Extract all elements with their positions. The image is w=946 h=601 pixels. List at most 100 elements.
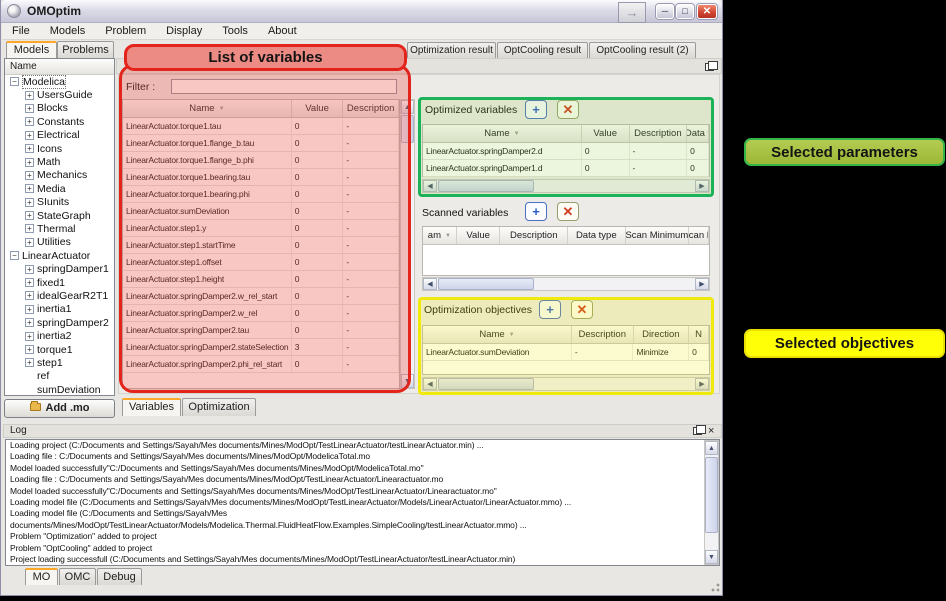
table-row[interactable]: LinearActuator.springDamper2.phi_rel_sta… xyxy=(123,356,399,373)
table-row[interactable]: LinearActuator.step1.y0- xyxy=(123,220,399,237)
table-row[interactable]: LinearActuator.torque1.flange_b.phi0- xyxy=(123,152,399,169)
tree-node-LinearActuator[interactable]: −LinearActuator xyxy=(5,249,114,262)
objectives-hscrollbar[interactable]: ◀ ▶ xyxy=(422,377,710,391)
column-header-description[interactable]: Description xyxy=(630,125,688,142)
column-header-n[interactable]: N xyxy=(689,326,709,343)
scroll-down-icon[interactable]: ▼ xyxy=(705,550,718,564)
table-row[interactable]: LinearActuator.sumDeviation0- xyxy=(123,203,399,220)
scroll-right-icon[interactable]: ▶ xyxy=(695,378,709,390)
add-scanned-variable-button[interactable]: + xyxy=(525,202,547,221)
forward-arrow-button[interactable]: → xyxy=(618,2,646,23)
table-row[interactable]: LinearActuator.torque1.flange_b.tau0- xyxy=(123,135,399,152)
scroll-thumb[interactable] xyxy=(438,378,534,390)
tab-mo[interactable]: MO xyxy=(25,568,58,585)
tree-node-torque1[interactable]: +torque1 xyxy=(5,343,114,356)
expand-icon[interactable]: + xyxy=(25,265,34,274)
expand-icon[interactable]: + xyxy=(25,91,34,100)
menu-display[interactable]: Display xyxy=(156,25,212,37)
column-header-description[interactable]: Description xyxy=(572,326,634,343)
table-row[interactable]: LinearActuator.torque1.bearing.phi0- xyxy=(123,186,399,203)
tab-omc[interactable]: OMC xyxy=(59,568,96,585)
log-panel-header[interactable]: Log xyxy=(3,424,722,438)
log-scrollbar[interactable]: ▲ ▼ xyxy=(704,440,719,565)
table-row[interactable]: LinearActuator.springDamper2.d0-0 xyxy=(423,143,709,160)
column-header-value[interactable]: Value xyxy=(457,227,501,244)
remove-scanned-variable-button[interactable]: ✕ xyxy=(557,202,579,221)
tree-node-fixed1[interactable]: +fixed1 xyxy=(5,276,114,289)
expand-icon[interactable]: + xyxy=(25,171,34,180)
add-objective-button[interactable]: + xyxy=(539,300,561,319)
tree-node-Blocks[interactable]: +Blocks xyxy=(5,102,114,115)
table-row[interactable]: LinearActuator.springDamper2.w_rel0- xyxy=(123,305,399,322)
expand-icon[interactable]: + xyxy=(25,131,34,140)
resize-grip[interactable] xyxy=(706,579,721,593)
tree-node-idealGearR2T1[interactable]: +idealGearR2T1 xyxy=(5,289,114,302)
tree-node-inertia1[interactable]: +inertia1 xyxy=(5,303,114,316)
column-header-name[interactable]: Name▼ xyxy=(123,100,292,117)
expand-icon[interactable]: + xyxy=(25,158,34,167)
expand-icon[interactable]: + xyxy=(25,358,34,367)
float-log-icon[interactable] xyxy=(693,427,702,435)
close-button[interactable]: ✕ xyxy=(697,4,717,19)
scroll-right-icon[interactable]: ▶ xyxy=(695,180,709,192)
tree-node-Math[interactable]: +Math xyxy=(5,155,114,168)
titlebar[interactable]: OMOptim xyxy=(1,0,722,23)
optimized-variables-table[interactable]: Name▼ValueDescriptionData tLinearActuato… xyxy=(422,124,710,177)
column-header-data-t[interactable]: Data t xyxy=(687,125,709,142)
expand-icon[interactable]: + xyxy=(25,144,34,153)
scroll-thumb[interactable] xyxy=(705,457,718,533)
tab-variables[interactable]: Variables xyxy=(122,398,181,416)
tree-node-springDamper2[interactable]: +springDamper2 xyxy=(5,316,114,329)
add-mo-button[interactable]: Add .mo xyxy=(4,399,115,418)
filter-input[interactable] xyxy=(171,79,397,94)
expand-icon[interactable]: + xyxy=(25,117,34,126)
column-header-direction[interactable]: Direction xyxy=(634,326,690,343)
column-header-description[interactable]: Description xyxy=(343,100,399,117)
table-row[interactable]: LinearActuator.step1.height0- xyxy=(123,271,399,288)
tab-optcooling-result[interactable]: OptCooling result xyxy=(497,42,588,58)
tree-node-springDamper1[interactable]: +springDamper1 xyxy=(5,262,114,275)
column-header-scan-minimum[interactable]: Scan Minimum xyxy=(626,227,690,244)
scroll-thumb[interactable] xyxy=(438,278,534,290)
tree-node-Media[interactable]: +Media xyxy=(5,182,114,195)
table-row[interactable]: LinearActuator.springDamper2.w_rel_start… xyxy=(123,288,399,305)
expand-icon[interactable]: + xyxy=(25,198,34,207)
scroll-left-icon[interactable]: ◀ xyxy=(423,278,437,290)
tree-node-ref[interactable]: ref xyxy=(5,370,114,383)
expand-icon[interactable]: + xyxy=(25,305,34,314)
collapse-icon[interactable]: − xyxy=(10,251,19,260)
expand-icon[interactable]: + xyxy=(25,224,34,233)
table-row[interactable]: LinearActuator.springDamper2.tau0- xyxy=(123,322,399,339)
scroll-up-icon[interactable]: ▲ xyxy=(401,100,414,114)
expand-icon[interactable]: + xyxy=(25,291,34,300)
scroll-left-icon[interactable]: ◀ xyxy=(423,378,437,390)
tree-node-step1[interactable]: +step1 xyxy=(5,356,114,369)
tree-node-sumDeviation[interactable]: sumDeviation xyxy=(5,383,114,396)
menu-file[interactable]: File xyxy=(2,25,40,37)
scroll-right-icon[interactable]: ▶ xyxy=(695,278,709,290)
tab-optimization-result[interactable]: Optimization result xyxy=(407,42,496,58)
tree-node-Constants[interactable]: +Constants xyxy=(5,115,114,128)
column-header-value[interactable]: Value xyxy=(292,100,344,117)
tab-models[interactable]: Models xyxy=(6,41,57,58)
menu-about[interactable]: About xyxy=(258,25,307,37)
column-header-description[interactable]: Description xyxy=(500,227,568,244)
objectives-table[interactable]: Name▼DescriptionDirectionNLinearActuator… xyxy=(422,325,710,375)
expand-icon[interactable]: + xyxy=(25,184,34,193)
scroll-thumb[interactable] xyxy=(401,115,414,143)
tab-problems[interactable]: Problems xyxy=(57,41,114,58)
menu-problem[interactable]: Problem xyxy=(95,25,156,37)
collapse-icon[interactable]: − xyxy=(10,77,19,86)
tree-node-Thermal[interactable]: +Thermal xyxy=(5,222,114,235)
remove-optimized-variable-button[interactable]: ✕ xyxy=(557,100,579,119)
scroll-left-icon[interactable]: ◀ xyxy=(423,180,437,192)
minimize-button[interactable]: ─ xyxy=(656,4,674,19)
float-panel-icon[interactable] xyxy=(705,63,714,71)
expand-icon[interactable]: + xyxy=(25,332,34,341)
column-header-am[interactable]: am▼ xyxy=(423,227,457,244)
table-row[interactable]: LinearActuator.sumDeviation-Minimize0 xyxy=(423,344,709,361)
column-header-name[interactable]: Name▼ xyxy=(423,326,572,343)
column-header-data-type[interactable]: Data type xyxy=(568,227,626,244)
table-row[interactable]: LinearActuator.springDamper1.d0-0 xyxy=(423,160,709,177)
column-header-value[interactable]: Value xyxy=(582,125,630,142)
